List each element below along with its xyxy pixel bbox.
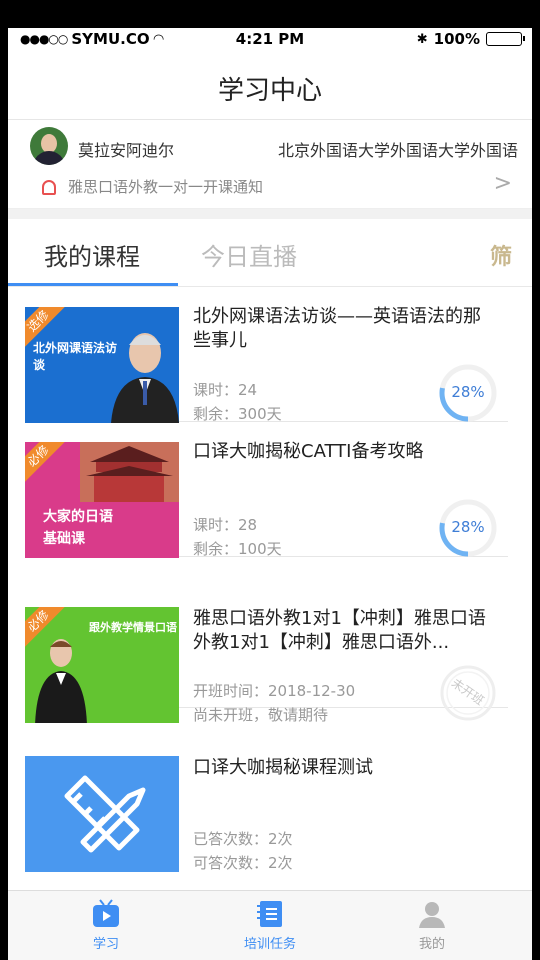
course-hours: 课时：28	[193, 516, 258, 534]
battery-label: 100%	[433, 30, 480, 48]
teacher-image	[35, 639, 87, 723]
course-title: 雅思口语外教1对1【冲刺】雅思口语外教1对1【冲刺】雅思口语外...	[193, 608, 486, 653]
progress-percent: 28%	[451, 383, 485, 401]
thumb-caption: 跟外教学情景口语	[89, 621, 177, 634]
active-tab-indicator	[8, 283, 178, 286]
user-school: 北京外国语大学外国语大学外国语	[277, 141, 518, 160]
progress-ring: 28%	[438, 363, 498, 423]
course-start-time: 开班时间：2018-12-30	[193, 682, 356, 700]
filter-icon[interactable]: 筛	[490, 239, 512, 271]
notice-text: 雅思口语外教一对一开课通知	[68, 178, 264, 196]
available-count: 可答次数：2次	[193, 854, 293, 872]
user-name: 莫拉安阿迪尔	[78, 141, 175, 160]
notebook-icon	[257, 901, 282, 927]
course-hours: 课时：24	[193, 381, 258, 399]
battery-group: ✱ 100%	[416, 30, 525, 48]
course-item[interactable]: 必修 大家的日语 基础课 口译大咖揭秘CATTI备考攻略 课时：28 剩余：10…	[25, 422, 508, 558]
thumb-caption: 大家的日语 基础课	[43, 509, 113, 547]
page-title: 学习中心	[217, 76, 322, 106]
bottom-tab-bar: 学习 培训任务 我的	[8, 890, 532, 960]
course-thumbnail: 必修 大家的日语 基础课	[25, 442, 179, 558]
tv-icon	[93, 899, 119, 927]
battery-icon	[486, 32, 525, 46]
course-status: 尚未开班，敬请期待	[193, 706, 329, 724]
progress-ring: 28%	[438, 498, 498, 558]
tab-today-live[interactable]: 今日直播	[201, 237, 297, 272]
tab-study-label: 学习	[92, 937, 119, 952]
answered-count: 已答次数：2次	[193, 830, 293, 848]
pencil-ruler-icon	[64, 775, 146, 853]
course-thumbnail: 选修 北外网课语法访谈	[25, 307, 179, 423]
nav-bar: 学习中心	[8, 50, 532, 120]
course-item[interactable]: 必修 跟外教学情景口语 雅思口语外教1对1【冲刺】雅思口语外教1对1【冲刺】雅思…	[25, 557, 508, 724]
not-started-stamp: 未开班	[438, 663, 498, 723]
tab-bar-top: 我的课程 今日直播 筛	[8, 219, 532, 287]
bell-icon	[40, 179, 56, 195]
bluetooth-icon: ✱	[416, 31, 428, 47]
tab-mine-label: 我的	[418, 937, 445, 952]
chevron-right-icon[interactable]: >	[494, 171, 512, 196]
course-thumbnail	[25, 756, 179, 872]
course-item[interactable]: 口译大咖揭秘课程测试 已答次数：2次 可答次数：2次	[25, 724, 508, 874]
tab-training[interactable]: 培训任务	[220, 899, 320, 952]
status-bar: ●●●○○ SYMU.CO ◠ 4:21 PM ✱ 100%	[8, 28, 532, 50]
user-info[interactable]: 莫拉安阿迪尔 北京外国语大学外国语大学外国语 雅思口语外教一对一开课通知 >	[8, 121, 532, 209]
tab-my-courses[interactable]: 我的课程	[44, 237, 140, 272]
course-thumbnail: 必修 跟外教学情景口语	[25, 607, 179, 723]
temple-image	[80, 442, 179, 502]
tab-training-label: 培训任务	[243, 937, 296, 952]
phone-screen: ●●●○○ SYMU.CO ◠ 4:21 PM ✱ 100% 学习中心 莫拉安阿…	[8, 28, 532, 960]
progress-percent: 28%	[451, 518, 485, 536]
notice-row[interactable]: 雅思口语外教一对一开课通知	[40, 176, 263, 197]
thumb-caption: 北外网课语法访谈	[33, 341, 118, 372]
course-title: 口译大咖揭秘CATTI备考攻略	[193, 441, 424, 462]
tab-study[interactable]: 学习	[56, 899, 156, 952]
course-badge: 必修	[25, 442, 70, 488]
course-item[interactable]: 选修 北外网课语法访谈 北外网课语法访谈——英语语法的那些事儿 课时：24 剩余…	[25, 287, 508, 423]
course-title: 口译大咖揭秘课程测试	[193, 757, 373, 778]
course-remaining: 剩余：300天	[193, 405, 282, 423]
course-title: 北外网课语法访谈——英语语法的那些事儿	[193, 306, 481, 351]
avatar[interactable]	[30, 127, 68, 165]
tab-mine[interactable]: 我的	[382, 899, 482, 952]
section-divider	[8, 209, 532, 219]
person-icon	[419, 902, 445, 928]
lecturer-image	[111, 333, 179, 423]
course-remaining: 剩余：100天	[193, 540, 282, 558]
